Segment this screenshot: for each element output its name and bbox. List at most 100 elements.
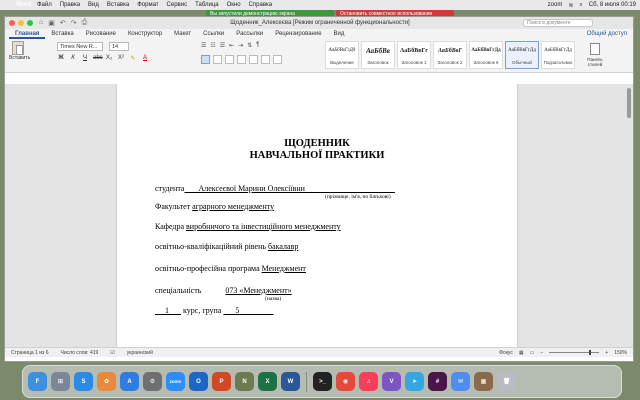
justify-button[interactable] [237,55,246,64]
style-title[interactable]: АаБбВв Заголовок [361,41,395,69]
launchpad-icon[interactable]: ⊞ [51,372,70,391]
decrease-indent-icon[interactable]: ⇤ [229,42,234,49]
multilevel-list-icon[interactable]: ☰ [220,42,225,49]
highlight-icon[interactable]: ✎ [129,55,137,62]
outlook-icon[interactable]: O [189,372,208,391]
menu-file[interactable]: Файл [33,2,56,8]
page-count[interactable]: Страница 1 из 6 [11,350,48,356]
zoom-status-label[interactable]: zoom [548,2,563,8]
print-layout-icon[interactable]: ▦ [519,350,524,356]
italic-button[interactable]: К [69,55,77,62]
finder-icon[interactable]: F [28,372,47,391]
pilcrow-icon[interactable]: ¶ [256,42,259,49]
bold-button[interactable]: Ж [57,55,65,62]
web-layout-icon[interactable]: ▭ [530,350,535,356]
font-color-icon[interactable]: A [141,55,149,62]
tab-home[interactable]: Главная [9,29,46,39]
preview-icon[interactable]: ▦ [474,372,493,391]
menu-help[interactable]: Справка [245,2,277,8]
close-window-button[interactable] [9,20,15,26]
redo-icon[interactable]: ↷ [71,19,77,27]
shading-button[interactable] [261,55,270,64]
menu-table[interactable]: Таблица [191,2,223,8]
paste-button[interactable]: Вставить [9,41,30,61]
powerpoint-icon[interactable]: P [212,372,231,391]
styles-pane-button[interactable]: Панель стилей [583,43,607,67]
tab-design[interactable]: Конструктор [122,29,168,39]
wifi-icon[interactable]: ≋ [568,2,573,9]
clock[interactable]: Сб, 8 июля 00:19 [589,2,636,8]
font-size-select[interactable]: 14 [109,42,129,51]
proofing-icon[interactable]: ☑ [110,350,114,356]
style-heading-2[interactable]: АаБбВвГ Заголовок 2 [433,41,467,69]
menu-view[interactable]: Вид [84,2,103,8]
home-icon[interactable]: ⌂ [39,19,43,27]
tab-review[interactable]: Рецензирование [269,29,327,39]
bullets-icon[interactable]: ☰ [201,42,206,49]
style-normal[interactable]: АаБбВвГгДд Обычный [505,41,539,69]
strikethrough-button[interactable]: abc [93,55,103,62]
style-subtitle[interactable]: АаБбВвГгДд Подзаголовок [541,41,575,69]
zoom-window-button[interactable] [27,20,33,26]
save-icon[interactable]: ▣ [48,19,55,27]
increase-indent-icon[interactable]: ⇥ [238,42,243,49]
undo-icon[interactable]: ↶ [60,19,66,27]
menu-app-word[interactable]: Word [14,0,33,15]
photos-icon[interactable]: ✿ [97,372,116,391]
focus-button[interactable]: Фокус [499,350,513,356]
tab-insert[interactable]: Вставка [45,29,79,39]
zoom-in-icon[interactable]: + [605,350,608,356]
safari-icon[interactable]: S [74,372,93,391]
language[interactable]: украинский [127,350,153,356]
align-right-button[interactable] [225,55,234,64]
music-icon[interactable]: ♫ [359,372,378,391]
zoom-icon[interactable]: zoom [166,372,185,391]
document-search-input[interactable]: Поиск в документе [523,19,593,27]
chrome-icon[interactable]: ◉ [336,372,355,391]
menu-window[interactable]: Окно [223,2,245,8]
align-left-button[interactable] [201,55,210,64]
numbering-icon[interactable]: ☷ [210,42,215,49]
style-heading-6[interactable]: АаБбВвГгДд Заголовок 6 [469,41,503,69]
line-spacing-button[interactable] [249,55,258,64]
superscript-button[interactable]: X² [117,55,125,62]
word-count[interactable]: Число слов: 419 [60,350,98,356]
search-icon[interactable]: ⌕ [579,2,582,9]
notes-icon[interactable]: N [235,372,254,391]
tab-references[interactable]: Ссылки [197,29,230,39]
tab-draw[interactable]: Рисование [80,29,122,39]
style-emphasis[interactable]: АаБбВвГгДд Выделение [325,41,359,69]
document-area[interactable]: ЩОДЕННИК НАВЧАЛЬНОЇ ПРАКТИКИ студента Ал… [5,84,633,347]
terminal-icon[interactable]: >_ [313,372,332,391]
borders-button[interactable] [273,55,282,64]
trash-icon[interactable]: 🗑 [497,372,516,391]
system-preferences-icon[interactable]: ⚙ [143,372,162,391]
align-center-button[interactable] [213,55,222,64]
tab-layout[interactable]: Макет [168,29,197,39]
sort-icon[interactable]: ⇅ [247,42,252,49]
style-heading-1[interactable]: АаБбВвГг Заголовок 1 [397,41,431,69]
underline-button[interactable]: Ч [81,55,89,62]
tab-mailings[interactable]: Рассылки [230,29,269,39]
minimize-window-button[interactable] [18,20,24,26]
tab-view[interactable]: Вид [328,29,351,39]
share-button[interactable]: Общий доступ [587,31,633,37]
zoom-level[interactable]: 150% [614,350,627,356]
word-icon[interactable]: W [281,372,300,391]
subscript-button[interactable]: X₂ [105,55,113,62]
font-name-select[interactable]: Times New R... [57,42,103,51]
print-icon[interactable]: ⎙ [82,19,88,27]
app-store-icon[interactable]: A [120,372,139,391]
slack-icon[interactable]: # [428,372,447,391]
document-page[interactable]: ЩОДЕННИК НАВЧАЛЬНОЇ ПРАКТИКИ студента Ал… [117,84,517,347]
telegram-icon[interactable]: ➤ [405,372,424,391]
zoom-out-icon[interactable]: − [540,350,543,356]
menu-edit[interactable]: Правка [56,2,84,8]
excel-icon[interactable]: X [258,372,277,391]
mail-icon[interactable]: ✉ [451,372,470,391]
viber-icon[interactable]: V [382,372,401,391]
menu-insert[interactable]: Вставка [103,2,133,8]
vertical-scrollbar[interactable] [627,88,631,118]
menu-format[interactable]: Формат [133,2,162,8]
zoom-slider[interactable] [549,350,600,355]
